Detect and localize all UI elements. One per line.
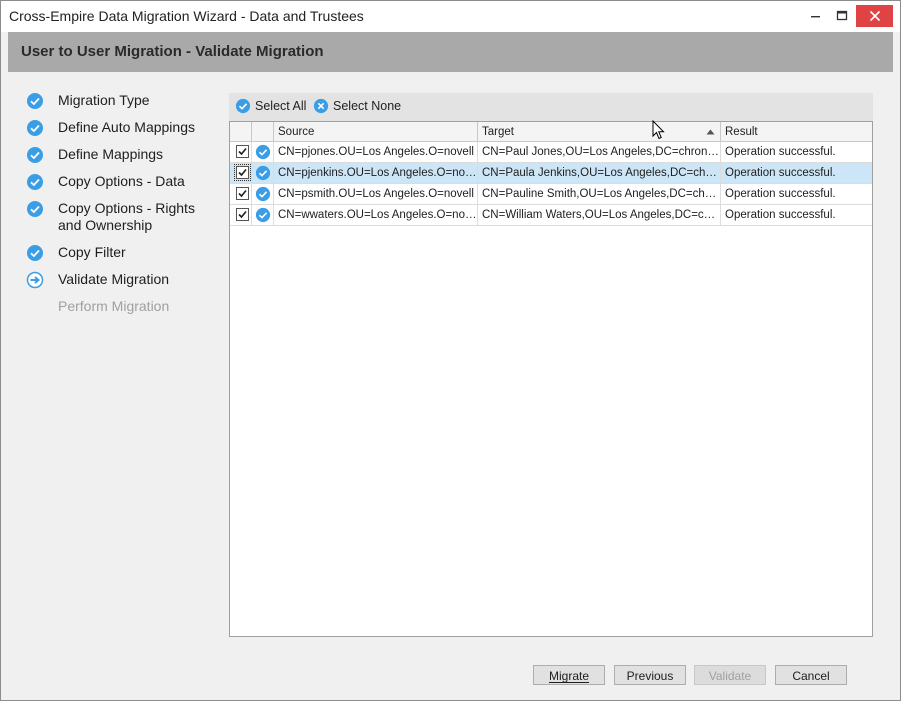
row-checkbox[interactable] [236,187,249,200]
title-bar[interactable]: Cross-Empire Data Migration Wizard - Dat… [1,1,900,32]
result-cell: Operation successful. [725,188,836,200]
check-circle-icon [27,147,43,163]
check-circle-icon [27,201,43,217]
source-cell: CN=pjones.OU=Los Angeles.O=novell [274,142,478,162]
checkmark-icon [238,147,247,156]
row-checkbox-cell[interactable] [230,184,252,204]
result-cell: Operation successful. [725,146,836,158]
result-column-header[interactable]: Result [721,122,872,142]
grid-panel: Select All Select None Source Target Res… [229,93,873,637]
result-cell: Operation successful. [725,167,836,179]
select-none-button[interactable]: Select None [313,98,401,114]
checkmark-icon [238,168,247,177]
row-checkbox-cell[interactable] [230,142,252,162]
target-cell: CN=Paula Jenkins,OU=Los Angeles,DC=chron… [478,163,721,183]
step-perform-migration: Perform Migration [26,298,208,316]
row-status-cell [252,184,274,204]
step-validate-migration: Validate Migration [26,271,208,289]
arrow-circle-icon [26,271,44,289]
migration-grid[interactable]: Source Target Result CN=pjones.OU=Los An… [229,121,873,637]
check-circle-icon [255,186,271,202]
step-label: Copy Options - Data [58,173,185,189]
row-checkbox[interactable] [236,145,249,158]
migrate-button[interactable]: Migrate [533,665,605,685]
check-circle-icon [27,93,43,109]
check-circle-icon [255,165,271,181]
validate-button: Validate [694,665,766,685]
maximize-button[interactable] [825,5,859,27]
grid-header: Source Target Result [230,122,872,142]
row-checkbox[interactable] [234,164,251,181]
select-none-label: Select None [333,99,402,113]
previous-button[interactable]: Previous [614,665,686,685]
wizard-content: Migration Type Define Auto Mappings Defi… [8,72,893,690]
checkmark-icon [238,210,247,219]
step-migration-type: Migration Type [26,92,208,110]
status-column-header[interactable] [252,122,274,142]
x-circle-icon [313,98,329,114]
step-copy-options-rights: Copy Options - Rights and Ownership [26,200,208,234]
checkbox-column-header[interactable] [230,122,252,142]
step-copy-options-data: Copy Options - Data [26,173,208,191]
target-cell: CN=William Waters,OU=Los Angeles,DC=chro… [478,205,721,225]
step-label: Perform Migration [58,298,170,314]
table-row[interactable]: CN=wwaters.OU=Los Angeles.O=novell CN=Wi… [230,205,872,226]
step-label: Copy Options - Rights and Ownership [58,200,195,233]
step-define-mappings: Define Mappings [26,146,208,164]
grid-toolbar: Select All Select None [229,93,873,121]
wizard-window: Cross-Empire Data Migration Wizard - Dat… [0,0,901,701]
table-row[interactable]: CN=pjones.OU=Los Angeles.O=novell CN=Pau… [230,142,872,163]
blank-icon [26,298,44,316]
step-label: Define Auto Mappings [58,119,195,135]
minimize-icon [811,16,820,18]
sort-ascending-icon [706,129,715,135]
result-cell: Operation successful. [725,209,836,221]
row-checkbox-cell[interactable] [230,205,252,225]
step-copy-filter: Copy Filter [26,244,208,262]
close-icon [869,10,880,22]
source-column-header[interactable]: Source [274,122,478,142]
check-circle-icon [27,120,43,136]
page-title: User to User Migration - Validate Migrat… [21,43,324,60]
row-checkbox-cell[interactable] [230,163,252,183]
source-cell: CN=wwaters.OU=Los Angeles.O=novell [274,205,478,225]
checkmark-icon [238,189,247,198]
check-circle-icon [235,98,251,114]
row-checkbox[interactable] [236,208,249,221]
source-cell: CN=pjenkins.OU=Los Angeles.O=novell [274,163,478,183]
row-status-cell [252,205,274,225]
check-circle-icon [255,207,271,223]
select-all-label: Select All [255,99,307,113]
step-label: Define Mappings [58,146,164,162]
window-title: Cross-Empire Data Migration Wizard - Dat… [9,8,364,24]
table-row[interactable]: CN=pjenkins.OU=Los Angeles.O=novell CN=P… [230,163,872,184]
step-list: Migration Type Define Auto Mappings Defi… [8,72,223,372]
check-circle-icon [27,174,43,190]
page-header: User to User Migration - Validate Migrat… [8,32,893,72]
select-all-button[interactable]: Select All [235,98,306,114]
mouse-cursor-icon [652,120,665,140]
close-button[interactable] [856,5,893,27]
step-label: Validate Migration [58,271,170,287]
source-cell: CN=psmith.OU=Los Angeles.O=novell [274,184,478,204]
maximize-icon [836,10,848,21]
target-cell: CN=Paul Jones,OU=Los Angeles,DC=chronicl… [478,142,721,162]
cancel-button[interactable]: Cancel [775,665,847,685]
check-circle-icon [255,144,271,160]
row-status-cell [252,142,274,162]
row-status-cell [252,163,274,183]
step-label: Copy Filter [58,244,126,260]
check-circle-icon [27,245,43,261]
step-label: Migration Type [58,92,150,108]
step-define-auto-mappings: Define Auto Mappings [26,119,208,137]
target-cell: CN=Pauline Smith,OU=Los Angeles,DC=chron… [478,184,721,204]
target-column-header[interactable]: Target [478,122,721,142]
table-row[interactable]: CN=psmith.OU=Los Angeles.O=novell CN=Pau… [230,184,872,205]
